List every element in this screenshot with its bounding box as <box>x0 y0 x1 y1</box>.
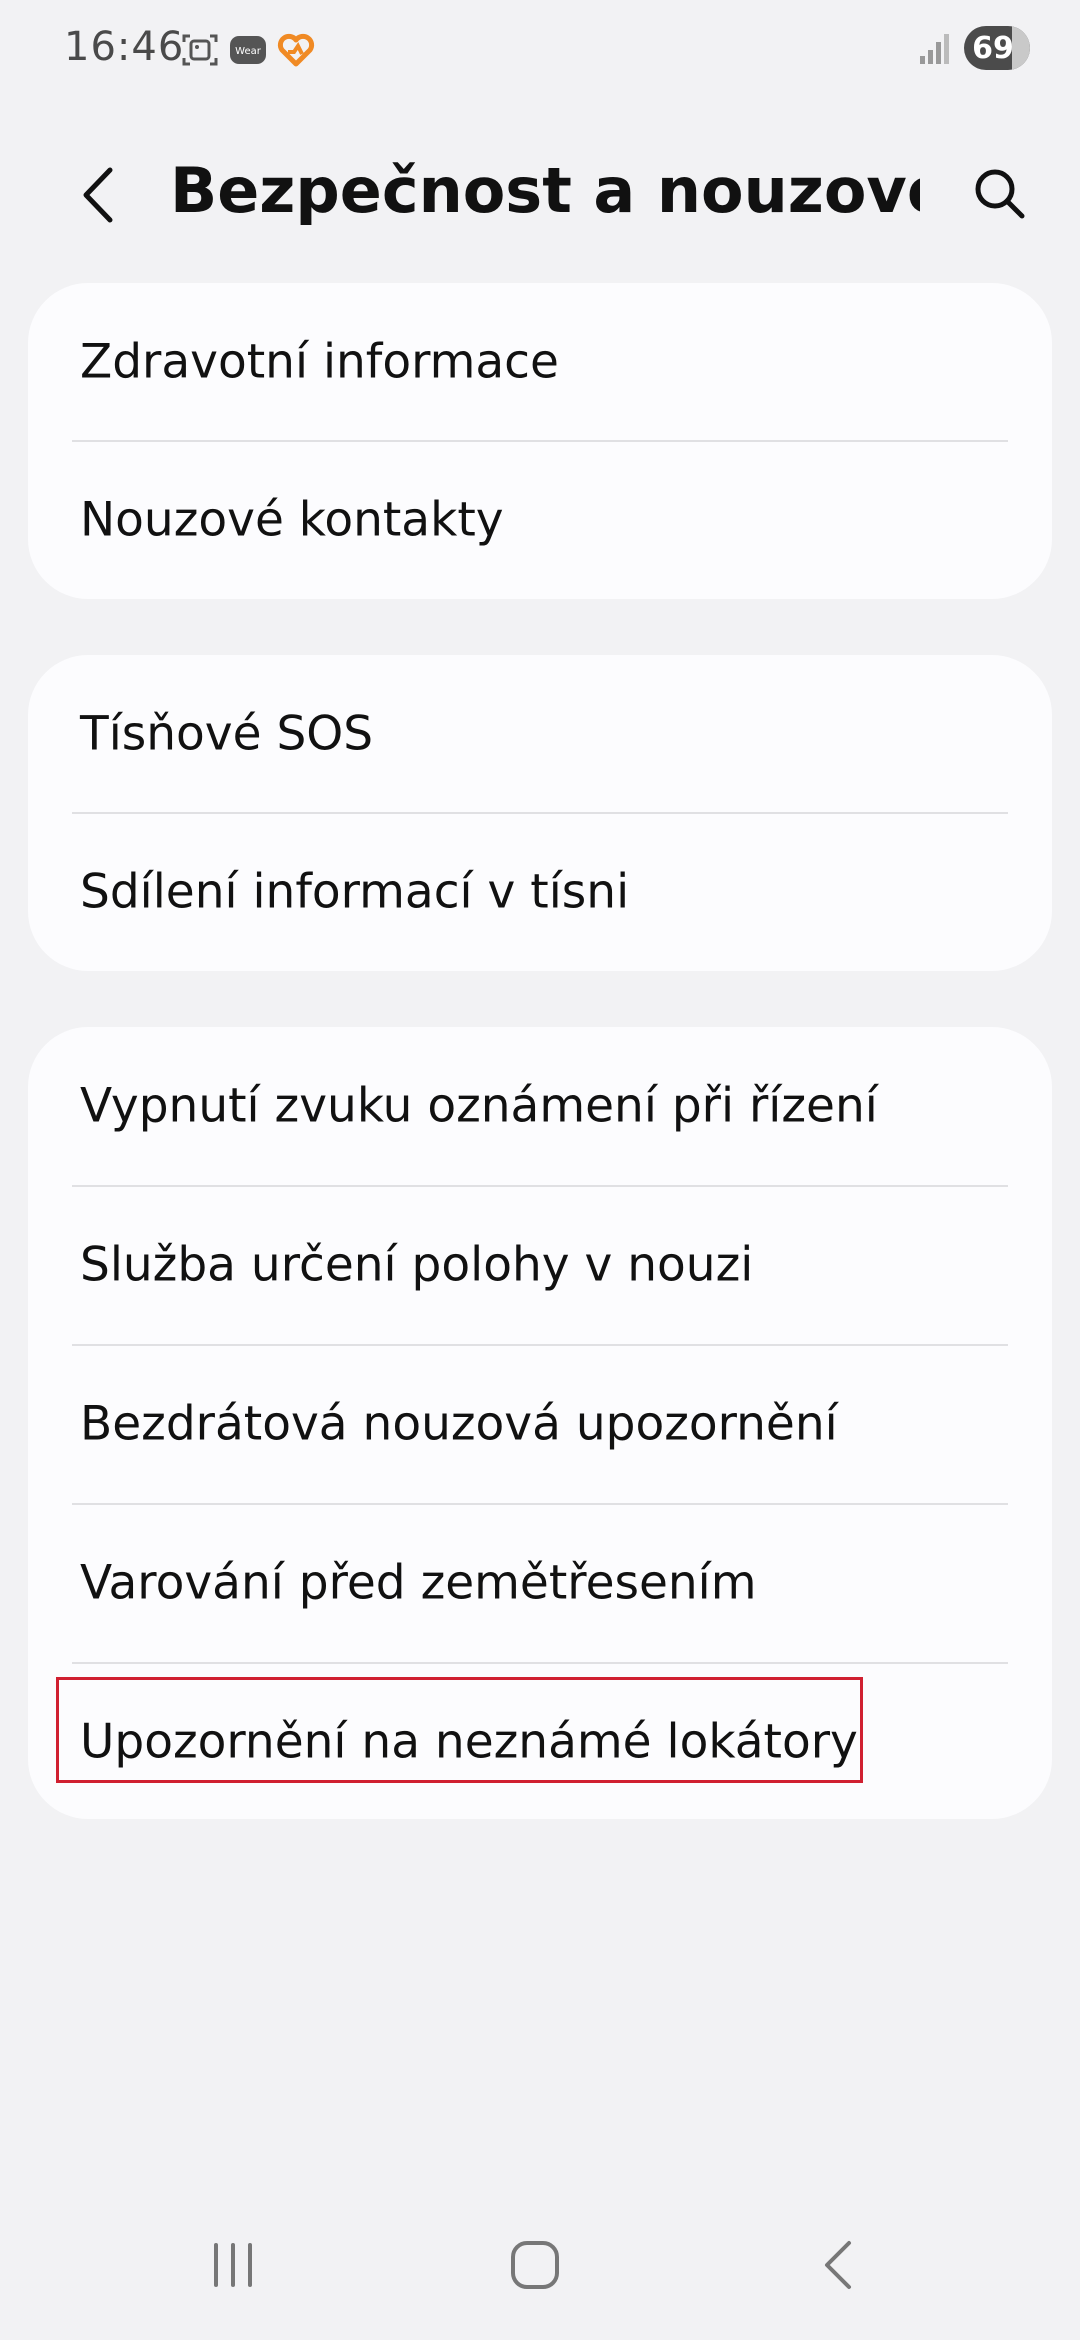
status-right: 69 <box>916 26 1030 70</box>
recents-icon[interactable] <box>198 2235 268 2295</box>
list-item-label: Nouzové kontakty <box>80 492 504 548</box>
list-item-label: Zdravotní informace <box>80 334 559 390</box>
settings-group-3: Vypnutí zvuku oznámení při řízení Služba… <box>28 1027 1052 1819</box>
wear-icon: Wear <box>230 36 266 64</box>
battery-level: 69 <box>972 30 1014 66</box>
list-item-label: Upozornění na neznámé lokátory <box>80 1714 858 1770</box>
svg-text:Wear: Wear <box>235 46 262 57</box>
list-item-zdravotni-informace[interactable]: Zdravotní informace <box>28 283 1052 441</box>
settings-group-2: Tísňové SOS Sdílení informací v tísni <box>28 655 1052 971</box>
list-item-label: Tísňové SOS <box>80 706 374 762</box>
gallery-icon <box>182 34 218 66</box>
health-icon <box>277 33 315 67</box>
list-item-label: Bezdrátová nouzová upozornění <box>80 1396 838 1452</box>
list-item-sluzba-urceni-polohy[interactable]: Služba určení polohy v nouzi <box>28 1186 1052 1344</box>
settings-group-1: Zdravotní informace Nouzové kontakty <box>28 283 1052 599</box>
page-title: Bezpečnost a nouzové... <box>170 154 920 227</box>
list-item-nouzove-kontakty[interactable]: Nouzové kontakty <box>28 441 1052 599</box>
list-item-label: Vypnutí zvuku oznámení při řízení <box>80 1078 878 1134</box>
list-item-label: Varování před zemětřesením <box>80 1555 757 1611</box>
list-item-varovani-zemetreseni[interactable]: Varování před zemětřesením <box>28 1504 1052 1662</box>
status-time: 16:46 <box>64 24 185 70</box>
signal-icon <box>920 34 949 64</box>
list-item-bezdratova-upozorneni[interactable]: Bezdrátová nouzová upozornění <box>28 1345 1052 1503</box>
battery-indicator: 69 <box>964 26 1030 70</box>
back-arrow-icon[interactable] <box>70 162 130 228</box>
list-item-label: Sdílení informací v tísni <box>80 864 630 920</box>
list-item-label: Služba určení polohy v nouzi <box>80 1237 754 1293</box>
app-header: Bezpečnost a nouzové... <box>0 140 1080 250</box>
back-icon[interactable] <box>805 2235 875 2295</box>
home-icon[interactable] <box>500 2235 570 2295</box>
status-bar: 16:46 Wear 69 <box>0 0 1080 100</box>
navigation-bar <box>0 2190 1080 2340</box>
search-icon[interactable] <box>970 164 1030 224</box>
list-item-neznamé-lokatory[interactable]: Upozornění na neznámé lokátory <box>28 1663 1052 1821</box>
list-item-vypnuti-zvuku[interactable]: Vypnutí zvuku oznámení při řízení <box>28 1027 1052 1185</box>
list-item-sdileni-informaci[interactable]: Sdílení informací v tísni <box>28 813 1052 971</box>
list-item-tisnove-sos[interactable]: Tísňové SOS <box>28 655 1052 813</box>
